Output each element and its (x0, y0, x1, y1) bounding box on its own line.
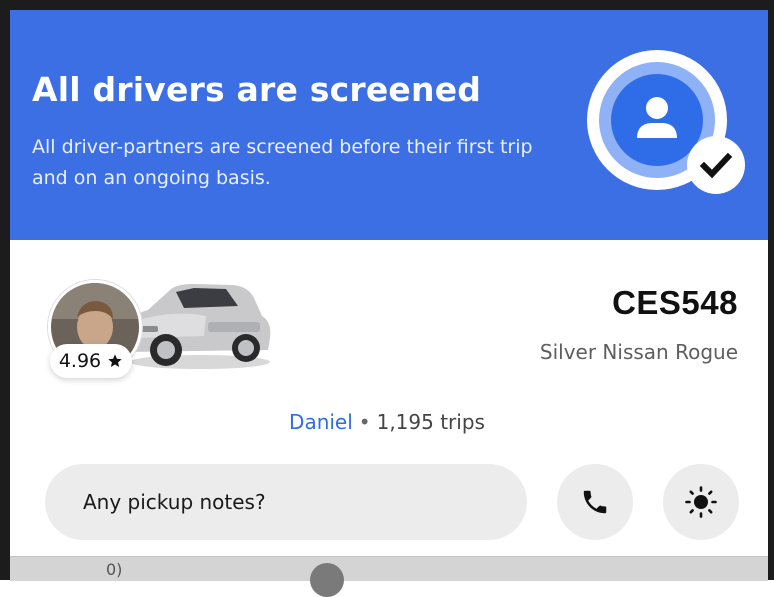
rating-value: 4.96 (58, 350, 102, 372)
safety-banner[interactable]: All drivers are screened All driver-part… (10, 10, 768, 240)
license-plate: CES548 (612, 284, 738, 321)
phone-icon (583, 490, 607, 514)
partial-text: 0) (106, 560, 123, 579)
brightness-icon (685, 486, 717, 518)
verified-user-icon (587, 50, 745, 194)
driver-name-link[interactable]: Daniel (289, 410, 353, 434)
separator-dot: • (358, 410, 371, 434)
trip-count: 1,195 trips (376, 410, 485, 434)
pickup-notes-input[interactable]: Any pickup notes? (45, 464, 527, 540)
call-driver-button[interactable] (557, 464, 633, 540)
star-icon (108, 354, 122, 367)
vehicle-description: Silver Nissan Rogue (539, 340, 738, 364)
banner-title: All drivers are screened (32, 70, 482, 109)
pickup-notes-placeholder: Any pickup notes? (83, 490, 266, 514)
checkmark-icon (687, 136, 745, 194)
banner-subtitle: All driver-partners are screened before … (32, 136, 533, 189)
bottom-map-strip: 0) (10, 556, 768, 597)
flash-screen-button[interactable] (663, 464, 739, 540)
driver-rating: 4.96 (50, 344, 132, 378)
driver-info: Daniel • 1,195 trips (0, 410, 774, 434)
map-marker (310, 563, 344, 597)
